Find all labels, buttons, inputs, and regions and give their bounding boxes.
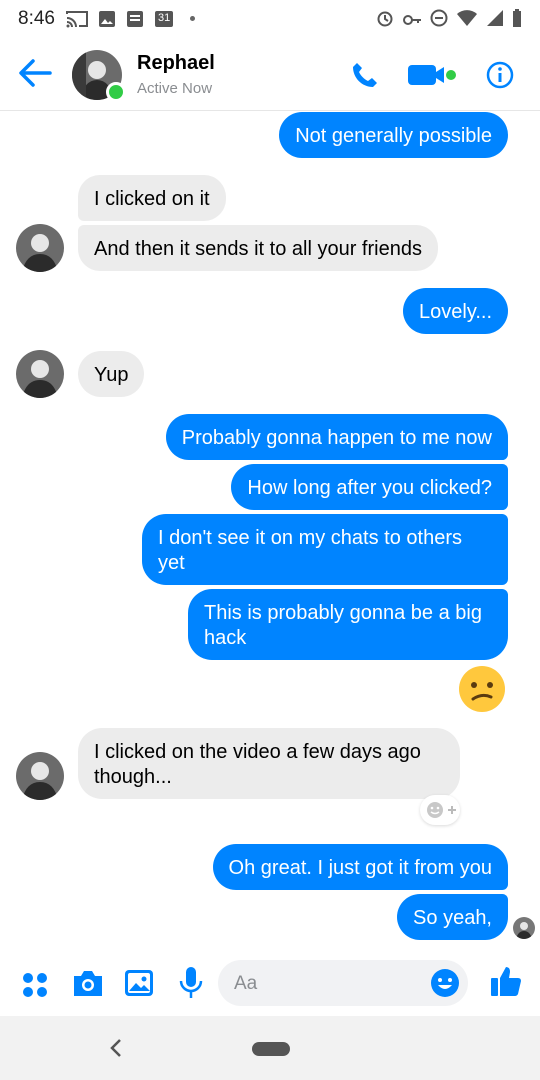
mic-icon	[179, 967, 203, 998]
system-nav-bar	[0, 1016, 540, 1080]
emoji-button[interactable]	[430, 968, 460, 1003]
video-icon	[408, 65, 456, 85]
message-outgoing[interactable]: How long after you clicked?	[231, 464, 508, 510]
nav-back-icon	[110, 1039, 121, 1057]
status-right-icons	[376, 9, 522, 27]
message-outgoing[interactable]: Lovely...	[403, 288, 508, 334]
calendar-icon: 31	[154, 10, 174, 28]
online-indicator	[106, 82, 126, 102]
composer-bar: Aa	[0, 952, 540, 1016]
info-button[interactable]	[486, 61, 514, 94]
message-outgoing[interactable]: Probably gonna happen to me now	[165, 414, 508, 460]
sender-avatar[interactable]	[16, 224, 64, 272]
message-incoming[interactable]: I clicked on the video a few days ago th…	[78, 728, 460, 799]
apps-button[interactable]	[22, 972, 48, 1003]
gallery-icon	[125, 970, 153, 996]
add-reaction-icon	[427, 802, 456, 818]
signal-icon	[487, 10, 503, 26]
camera-button[interactable]	[72, 969, 104, 1002]
back-arrow-icon	[19, 59, 52, 87]
dnd-icon	[430, 9, 448, 27]
battery-icon	[513, 9, 521, 27]
back-button[interactable]	[18, 58, 52, 93]
nav-back-button[interactable]	[108, 1038, 124, 1063]
gallery-button[interactable]	[124, 969, 154, 1002]
info-icon	[486, 61, 514, 89]
message-input-placeholder: Aa	[234, 973, 258, 994]
video-call-button[interactable]	[408, 61, 458, 94]
message-incoming[interactable]: Yup	[78, 351, 145, 397]
sender-avatar[interactable]	[16, 752, 64, 800]
more-notifications-dot	[190, 16, 195, 21]
key-icon	[403, 15, 421, 25]
contact-status: Active Now	[137, 80, 213, 97]
sender-avatar[interactable]	[16, 350, 64, 398]
status-bar: 8:46 31	[0, 0, 540, 38]
confused-emoji-icon[interactable]	[458, 665, 506, 718]
status-time: 8:46	[18, 8, 55, 29]
nav-home-pill[interactable]	[252, 1042, 290, 1056]
like-icon	[491, 967, 521, 996]
read-receipt-avatar	[513, 917, 535, 939]
like-button[interactable]	[490, 964, 522, 1003]
phone-icon	[353, 63, 377, 87]
wifi-icon	[457, 10, 477, 26]
message-incoming[interactable]: I clicked on it	[78, 175, 226, 221]
header-actions	[350, 60, 514, 95]
message-outgoing[interactable]: This is probably gonna be a big hack	[188, 589, 508, 660]
cast-icon	[66, 10, 88, 28]
message-input[interactable]: Aa	[218, 960, 468, 1006]
alarm-icon	[377, 11, 393, 27]
call-button[interactable]	[350, 60, 380, 95]
camera-icon	[74, 971, 102, 996]
message-outgoing[interactable]: Not generally possible	[279, 112, 508, 158]
message-outgoing[interactable]: Oh great. I just got it from you	[212, 844, 508, 890]
message-incoming[interactable]: And then it sends it to all your friends	[78, 225, 438, 271]
chat-header: Rephael Active Now	[0, 38, 540, 111]
apps-icon	[23, 973, 47, 997]
contact-name[interactable]: Rephael	[137, 52, 215, 75]
image-notification-icon	[98, 10, 116, 28]
message-outgoing[interactable]: I don't see it on my chats to others yet	[142, 514, 508, 585]
message-notification-icon	[126, 10, 144, 28]
voice-button[interactable]	[178, 966, 204, 1005]
add-reaction-button[interactable]	[420, 795, 460, 825]
emoji-icon	[431, 969, 459, 997]
message-outgoing[interactable]: So yeah,	[397, 894, 508, 940]
